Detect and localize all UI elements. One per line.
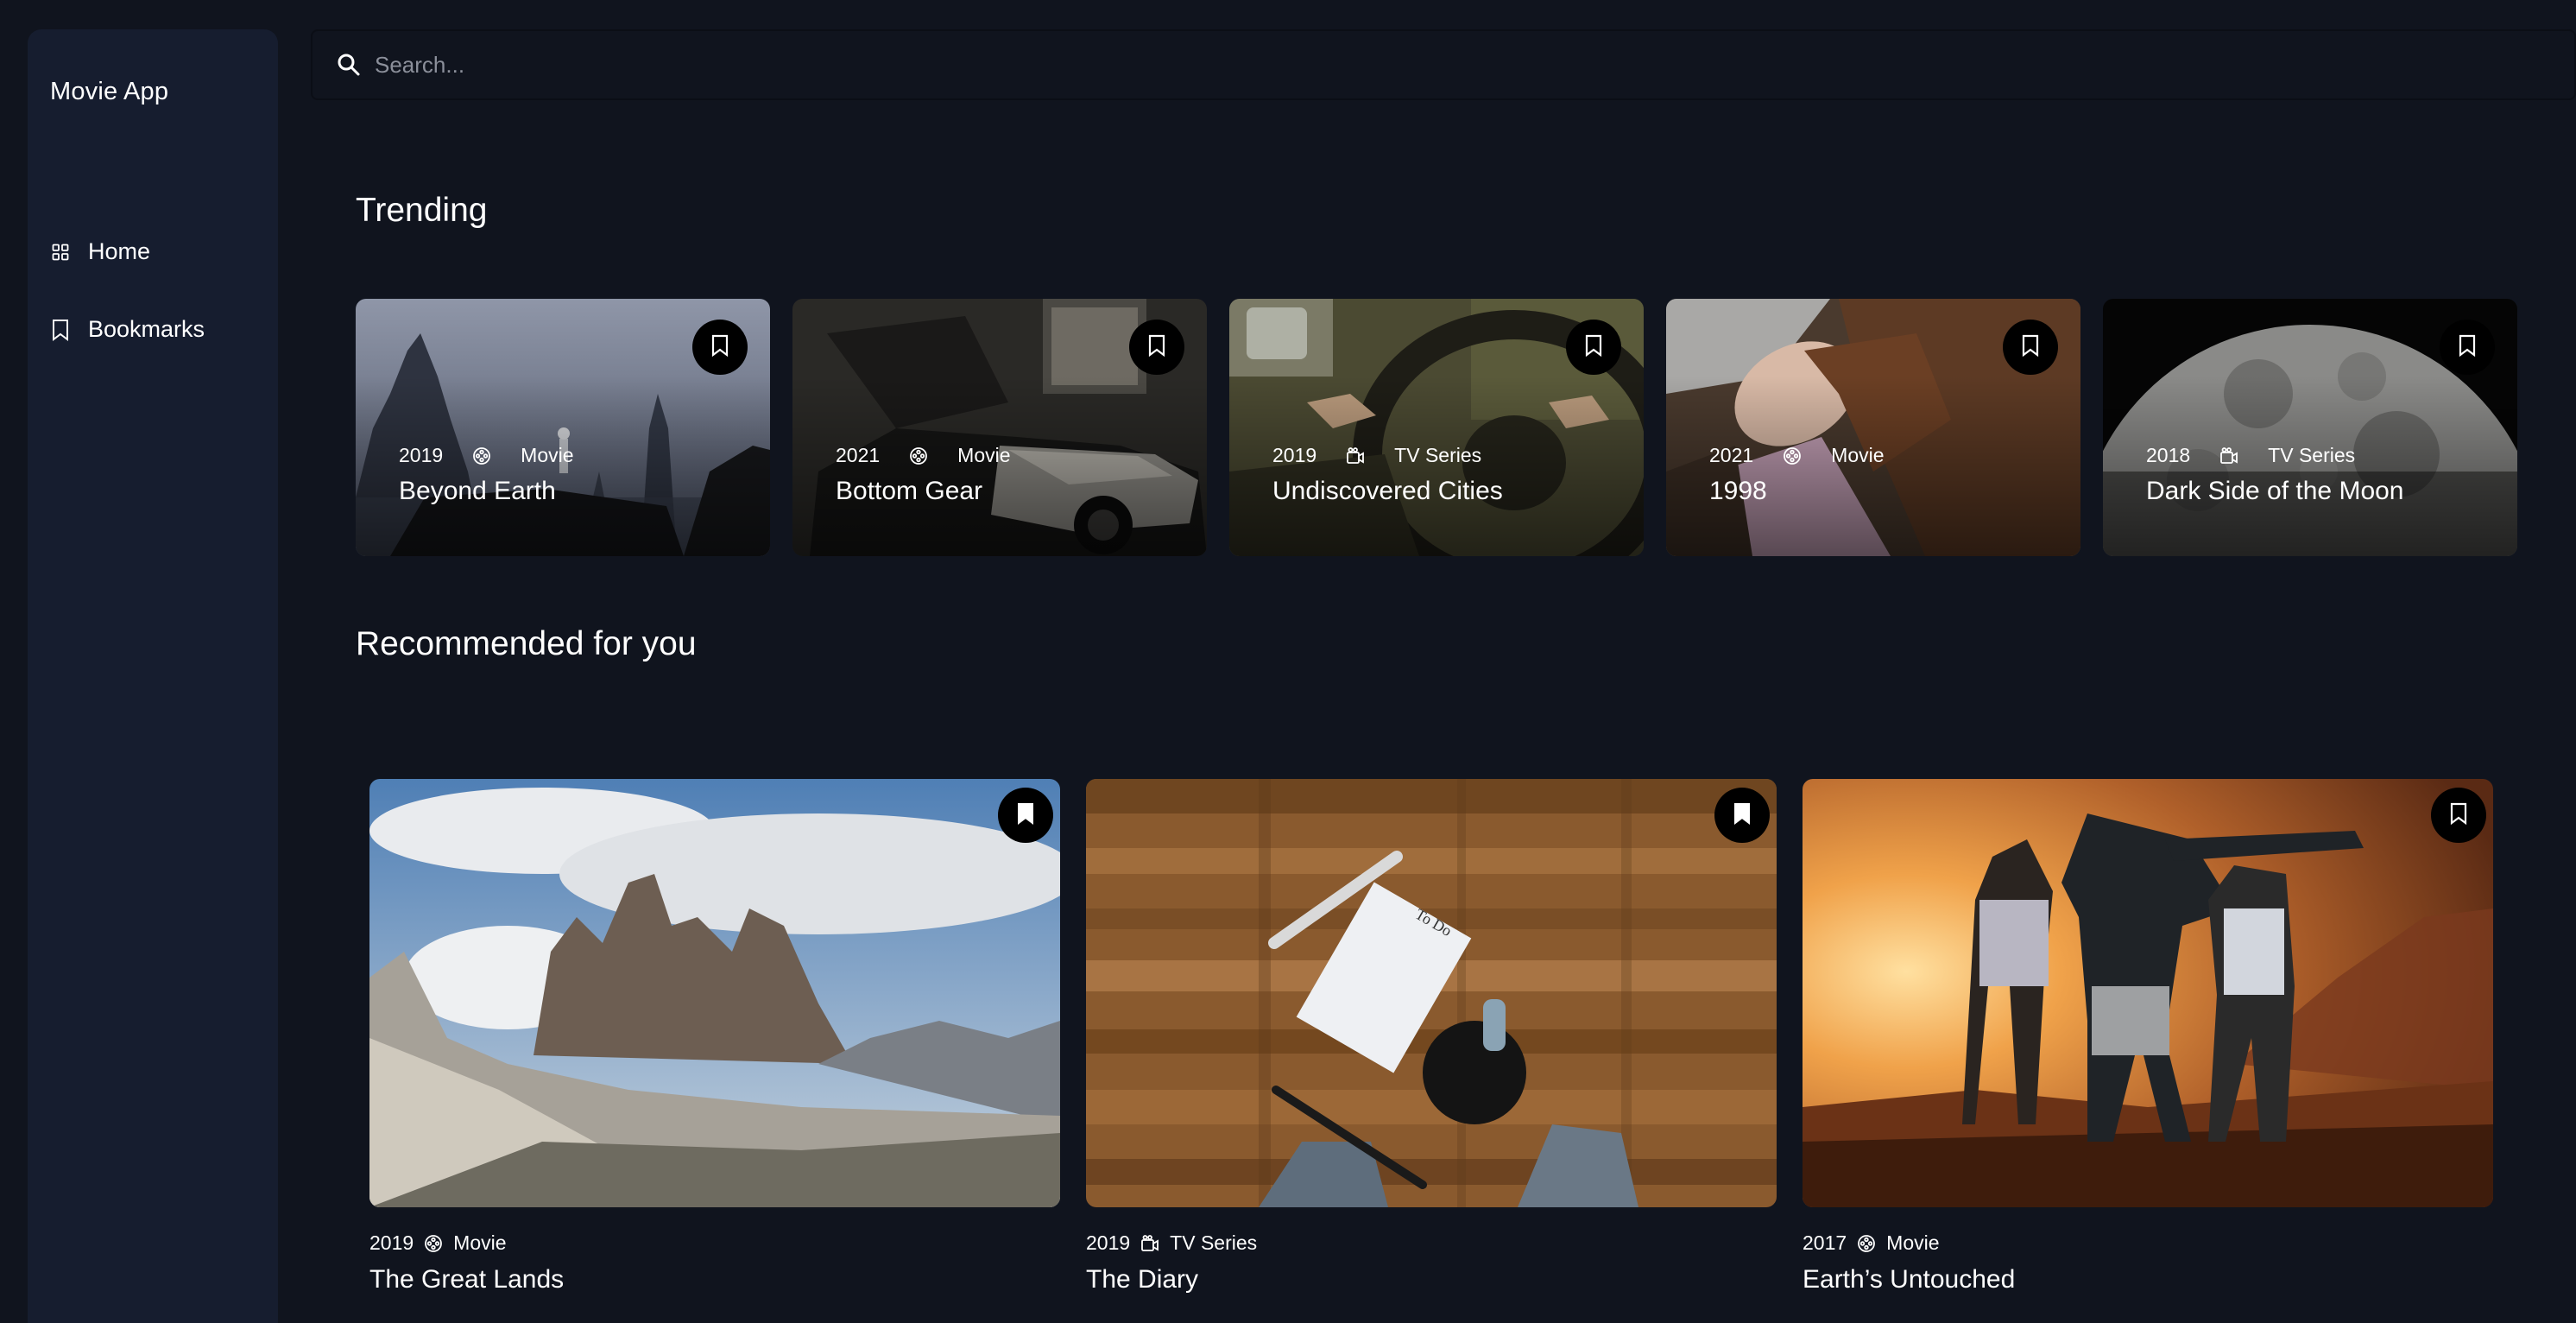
thumbnail-image <box>369 779 1060 1207</box>
trending-card[interactable]: 2021 Movie 1998 <box>1666 299 2080 556</box>
bookmark-filled-icon <box>1017 802 1034 829</box>
bookmark-button[interactable] <box>1566 320 1621 375</box>
recommended-card[interactable]: 2019 Movie The Great Lands <box>369 779 1060 1295</box>
bookmark-empty-icon <box>2459 334 2476 361</box>
app-root: Movie App Home Bookmarks Search... Trend… <box>0 0 2576 1323</box>
film-reel-icon <box>1783 446 1802 465</box>
bookmark-button[interactable] <box>998 788 1053 843</box>
trending-carousel[interactable]: 2019 Movie Beyond Earth 2021 Movie Botto… <box>356 299 2517 556</box>
card-category: Movie <box>521 444 574 466</box>
card-title: Bottom Gear <box>836 477 983 505</box>
bookmark-icon <box>50 319 71 341</box>
tv-camera-icon <box>2219 446 2238 465</box>
card-title: The Great Lands <box>369 1265 565 1294</box>
sidebar-item-label: Bookmarks <box>88 316 205 342</box>
card-category: Movie <box>957 444 1011 466</box>
card-title: The Diary <box>1086 1265 1199 1294</box>
grid-icon <box>50 242 71 263</box>
bookmark-empty-icon <box>2022 334 2039 361</box>
card-year: 2019 <box>1272 444 1317 466</box>
section-title-trending: Trending <box>356 192 488 229</box>
card-title: 1998 <box>1709 477 1767 505</box>
trending-card[interactable]: 2021 Movie Bottom Gear <box>792 299 1207 556</box>
film-reel-icon <box>424 1234 443 1253</box>
sidebar-item-label: Home <box>88 238 151 264</box>
film-reel-icon <box>472 446 491 465</box>
sidebar: Movie App Home Bookmarks <box>28 29 278 1323</box>
bookmark-empty-icon <box>1148 334 1165 361</box>
tv-camera-icon <box>1140 1234 1159 1253</box>
card-year: 2019 <box>399 444 444 466</box>
thumbnail[interactable] <box>1803 779 2493 1207</box>
card-meta: 2019 TV Series <box>1086 1231 1777 1255</box>
bookmark-filled-icon <box>1733 802 1751 829</box>
card-title: Dark Side of the Moon <box>2146 477 2404 505</box>
card-year: 2021 <box>836 444 881 466</box>
card-category: TV Series <box>1394 444 1482 466</box>
card-year: 2019 <box>1086 1231 1131 1254</box>
bookmark-button[interactable] <box>2003 320 2058 375</box>
bookmark-empty-icon <box>2450 802 2467 829</box>
card-category: TV Series <box>2268 444 2356 466</box>
recommended-card[interactable]: 2017 Movie Earth’s Untouched <box>1803 779 2493 1295</box>
card-meta: 2021 Movie <box>1709 444 1885 467</box>
recommended-card[interactable]: To Do 2019 TV Series The Diary <box>1086 779 1777 1295</box>
card-meta: 2021 Movie <box>836 444 1011 467</box>
bookmark-button[interactable] <box>692 320 748 375</box>
card-title: Undiscovered Cities <box>1272 477 1503 505</box>
bookmark-button[interactable] <box>2440 320 2495 375</box>
search-input[interactable] <box>375 51 2447 79</box>
card-meta: 2018 TV Series <box>2146 444 2355 467</box>
thumbnail-image: To Do <box>1086 779 1777 1207</box>
trending-card[interactable]: 2018 TV Series Dark Side of the Moon <box>2103 299 2517 556</box>
section-title-recommended: Recommended for you <box>356 625 697 662</box>
card-title: Earth’s Untouched <box>1803 1265 2016 1294</box>
bookmark-button[interactable] <box>1714 788 1770 843</box>
card-meta: 2019 Movie <box>369 1231 1060 1255</box>
bookmark-button[interactable] <box>2431 788 2486 843</box>
card-year: 2019 <box>369 1231 414 1254</box>
thumbnail[interactable]: To Do <box>1086 779 1777 1207</box>
card-category: TV Series <box>1170 1231 1258 1254</box>
thumbnail-image <box>1803 779 2493 1207</box>
bookmark-empty-icon <box>711 334 729 361</box>
card-year: 2021 <box>1709 444 1754 466</box>
card-meta: 2019 TV Series <box>1272 444 1481 467</box>
bookmark-empty-icon <box>1585 334 1602 361</box>
trending-card[interactable]: 2019 Movie Beyond Earth <box>356 299 770 556</box>
trending-card[interactable]: 2019 TV Series Undiscovered Cities <box>1229 299 1644 556</box>
card-category: Movie <box>1831 444 1885 466</box>
card-year: 2018 <box>2146 444 2191 466</box>
card-year: 2017 <box>1803 1231 1847 1254</box>
bookmark-button[interactable] <box>1129 320 1184 375</box>
sidebar-item-home[interactable]: Home <box>50 238 150 265</box>
search-bar <box>311 29 2576 100</box>
card-category: Movie <box>453 1231 507 1254</box>
card-category: Movie <box>1886 1231 1940 1254</box>
card-meta: 2019 Movie <box>399 444 574 467</box>
film-reel-icon <box>1857 1234 1876 1253</box>
tv-camera-icon <box>1346 446 1365 465</box>
card-title: Beyond Earth <box>399 477 556 505</box>
app-logo[interactable]: Movie App <box>50 78 168 106</box>
search-icon <box>337 52 363 78</box>
sidebar-item-bookmarks[interactable]: Bookmarks <box>50 316 205 343</box>
thumbnail[interactable] <box>369 779 1060 1207</box>
film-reel-icon <box>909 446 928 465</box>
card-meta: 2017 Movie <box>1803 1231 2493 1255</box>
